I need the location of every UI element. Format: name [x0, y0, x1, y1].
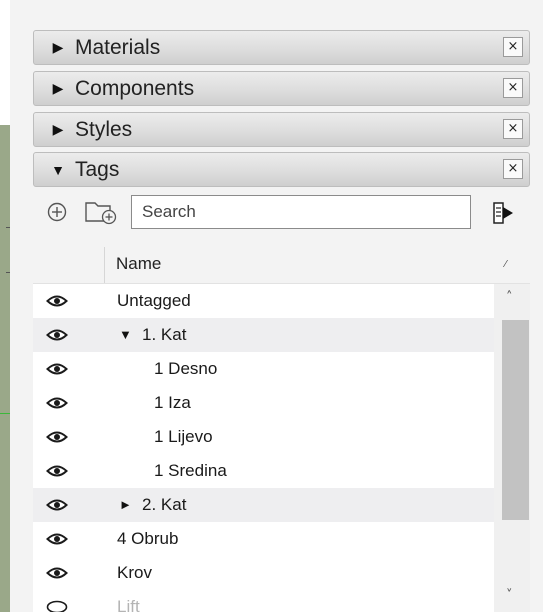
close-panel-button[interactable]: ×	[503, 78, 523, 98]
expand-arrow-icon[interactable]: ▶	[51, 39, 65, 56]
green-axis-line	[0, 413, 10, 414]
details-icon[interactable]	[491, 200, 517, 231]
visible-eye-icon[interactable]	[46, 463, 68, 479]
list-scrollbar[interactable]: ˄ ˅	[494, 284, 530, 612]
panel-title: Styles	[75, 117, 133, 141]
visible-eye-icon[interactable]	[46, 497, 68, 513]
tag-label: 2. Kat	[142, 495, 187, 514]
panel-styles[interactable]: ▶ Styles ×	[33, 112, 530, 147]
close-panel-button[interactable]: ×	[503, 37, 523, 57]
tag-label: 1 Sredina	[154, 461, 227, 480]
panel-title: Tags	[75, 157, 120, 181]
panel-materials[interactable]: ▶ Materials ×	[33, 30, 530, 65]
panel-components[interactable]: ▶ Components ×	[33, 71, 530, 106]
scroll-down-icon[interactable]: ˅	[506, 588, 513, 603]
sort-icon[interactable]: ⁄	[505, 259, 507, 270]
tag-row[interactable]: 1 Sredina	[33, 454, 494, 488]
close-panel-button[interactable]: ×	[503, 159, 523, 179]
tag-row[interactable]: Untagged	[33, 284, 494, 318]
visible-eye-icon[interactable]	[46, 429, 68, 445]
tag-row[interactable]: 1 Iza	[33, 386, 494, 420]
tags-list: Untagged ▼ 1. Kat 1 Desno 1 Iza 1 Lijevo…	[33, 284, 530, 612]
expand-arrow-icon[interactable]: ▶	[51, 121, 65, 138]
visible-eye-icon[interactable]	[46, 531, 68, 547]
tag-folder-row[interactable]: ► 2. Kat	[33, 488, 494, 522]
visible-eye-icon[interactable]	[46, 327, 68, 343]
tag-row[interactable]: 1 Lijevo	[33, 420, 494, 454]
tag-label: 1 Desno	[154, 359, 218, 378]
tag-label: 4 Obrub	[117, 529, 179, 548]
panel-title: Components	[75, 76, 195, 100]
tag-row[interactable]: Lift	[33, 590, 494, 612]
expand-arrow-icon[interactable]: ▶	[51, 80, 65, 97]
visible-eye-icon[interactable]	[46, 395, 68, 411]
tag-label: 1 Lijevo	[154, 427, 213, 446]
add-folder-icon[interactable]	[84, 198, 120, 231]
panel-tags[interactable]: ▼ Tags ×	[33, 152, 530, 187]
scroll-thumb[interactable]	[502, 320, 529, 520]
tag-row[interactable]: 1 Desno	[33, 352, 494, 386]
name-column-header[interactable]: Name	[116, 254, 161, 274]
default-tray: ▶ Materials × ▶ Components × ▶ Styles × …	[10, 0, 543, 612]
visible-eye-icon[interactable]	[46, 565, 68, 581]
add-tag-icon[interactable]	[45, 200, 69, 229]
scroll-up-icon[interactable]: ˄	[506, 290, 513, 305]
hidden-eye-icon[interactable]	[46, 599, 68, 612]
tag-label: Untagged	[117, 291, 191, 310]
tag-label: 1 Iza	[154, 393, 191, 412]
close-panel-button[interactable]: ×	[503, 119, 523, 139]
tag-folder-row[interactable]: ▼ 1. Kat	[33, 318, 494, 352]
tag-row[interactable]: 4 Obrub	[33, 522, 494, 556]
expand-triangle-icon[interactable]: ►	[119, 497, 132, 512]
column-divider[interactable]	[104, 247, 105, 283]
tags-column-header: Name ⁄	[33, 243, 530, 284]
tag-row[interactable]: Krov	[33, 556, 494, 590]
tag-label: Lift	[117, 597, 140, 612]
tags-toolbar	[33, 192, 530, 236]
collapse-triangle-icon[interactable]: ▼	[119, 327, 132, 342]
visible-eye-icon[interactable]	[46, 361, 68, 377]
collapse-arrow-icon[interactable]: ▼	[51, 162, 65, 178]
tag-label: 1. Kat	[142, 325, 187, 344]
search-input[interactable]	[131, 195, 471, 229]
tag-label: Krov	[117, 563, 152, 582]
visible-eye-icon[interactable]	[46, 293, 68, 309]
panel-title: Materials	[75, 35, 161, 59]
